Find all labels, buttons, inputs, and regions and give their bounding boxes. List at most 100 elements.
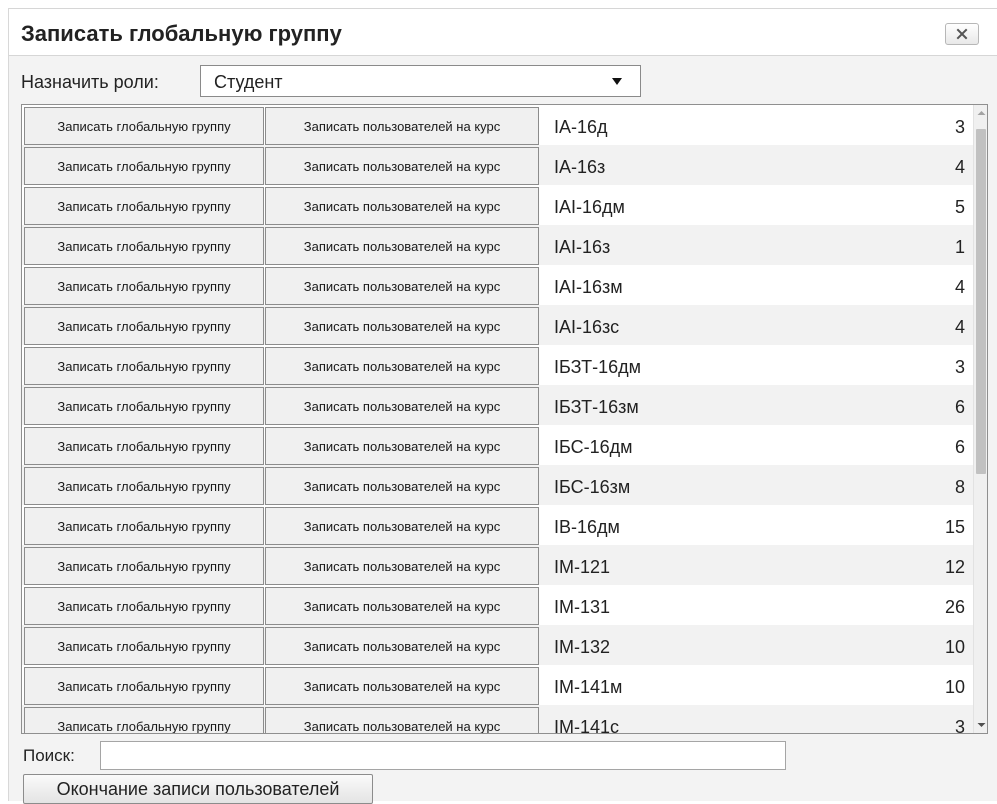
enroll-global-group-button[interactable]: Записать глобальную группу	[24, 147, 264, 185]
enroll-users-button[interactable]: Записать пользователей на курс	[265, 587, 539, 625]
scrollbar-thumb[interactable]	[976, 129, 986, 474]
enroll-users-button[interactable]: Записать пользователей на курс	[265, 267, 539, 305]
close-icon	[956, 28, 968, 40]
group-name: ІА-16д	[554, 117, 608, 137]
enroll-global-group-button[interactable]: Записать глобальную группу	[24, 507, 264, 545]
group-member-count: 5	[954, 197, 965, 217]
enroll-users-button[interactable]: Записать пользователей на курс	[265, 627, 539, 665]
enroll-users-button[interactable]: Записать пользователей на курс	[265, 187, 539, 225]
enroll-users-button[interactable]: Записать пользователей на курс	[265, 307, 539, 345]
group-name: ІА-16з	[554, 157, 606, 177]
group-name: ІАІ-16зм	[554, 277, 623, 297]
group-member-count: 10	[944, 637, 965, 657]
enroll-global-group-button[interactable]: Записать глобальную группу	[24, 467, 264, 505]
enroll-global-group-button[interactable]: Записать глобальную группу	[24, 187, 264, 225]
enroll-users-button[interactable]: Записать пользователей на курс	[265, 547, 539, 585]
role-select[interactable]: Студент	[200, 65, 641, 97]
group-member-count: 4	[954, 277, 965, 297]
table-row: Записать глобальную группу Записать польз…	[22, 545, 973, 585]
enroll-global-group-button[interactable]: Записать глобальную группу	[24, 347, 264, 385]
enroll-users-button[interactable]: Записать пользователей на курс	[265, 427, 539, 465]
group-member-count: 6	[954, 397, 965, 417]
table-row: Записать глобальную группу Записать польз…	[22, 305, 973, 345]
enroll-users-button[interactable]: Записать пользователей на курс	[265, 707, 539, 733]
table-row: Записать глобальную группу Записать польз…	[22, 705, 973, 734]
enroll-global-group-button[interactable]: Записать глобальную группу	[24, 627, 264, 665]
group-name: ІАІ-16дм	[554, 197, 625, 217]
group-name: ІАІ-16з	[554, 237, 611, 257]
group-member-count: 12	[944, 557, 965, 577]
group-member-count: 3	[954, 357, 965, 377]
top-strip	[0, 0, 997, 8]
search-input[interactable]	[100, 741, 786, 770]
group-name: ІБС-16зм	[554, 477, 631, 497]
table-row: Записать глобальную группу Записать польз…	[22, 625, 973, 665]
group-name: ІМ-141м	[554, 677, 623, 697]
enroll-global-group-button[interactable]: Записать глобальную группу	[24, 267, 264, 305]
dialog-title: Записать глобальную группу	[21, 21, 342, 46]
group-name: ІМ-141с	[554, 717, 620, 734]
group-member-count: 3	[954, 717, 965, 734]
table-row: Записать глобальную группу Записать польз…	[22, 265, 973, 305]
table-row: Записать глобальную группу Записать польз…	[22, 465, 973, 505]
enroll-users-button[interactable]: Записать пользователей на курс	[265, 667, 539, 705]
scroll-up-arrow-icon	[977, 111, 986, 115]
group-name: ІБС-16дм	[554, 437, 633, 457]
group-member-count: 26	[944, 597, 965, 617]
enroll-global-group-button[interactable]: Записать глобальную группу	[24, 307, 264, 345]
table-row: Записать глобальную группу Записать польз…	[22, 345, 973, 385]
table-row: Записать глобальную группу Записать польз…	[22, 665, 973, 705]
group-member-count: 4	[954, 317, 965, 337]
enroll-global-group-button[interactable]: Записать глобальную группу	[24, 667, 264, 705]
table-row: Записать глобальную группу Записать польз…	[22, 385, 973, 425]
enroll-global-group-button[interactable]: Записать глобальную группу	[24, 387, 264, 425]
dialog-titlebar: Записать глобальную группу	[9, 8, 997, 56]
scroll-down-arrow-icon	[977, 723, 986, 727]
enroll-global-group-dialog: Записать глобальную группу Назначить рол…	[8, 8, 997, 804]
table-row: Записать глобальную группу Записать польз…	[22, 425, 973, 465]
enroll-users-button[interactable]: Записать пользователей на курс	[265, 107, 539, 145]
vertical-scrollbar[interactable]	[973, 105, 987, 733]
enroll-users-button[interactable]: Записать пользователей на курс	[265, 147, 539, 185]
assign-roles-label: Назначить роли:	[21, 72, 159, 92]
search-label: Поиск:	[23, 746, 75, 765]
enroll-users-button[interactable]: Записать пользователей на курс	[265, 387, 539, 425]
table-row: Записать глобальную группу Записать польз…	[22, 105, 973, 145]
enroll-users-button[interactable]: Записать пользователей на курс	[265, 507, 539, 545]
group-name: ІМ-121	[554, 557, 611, 577]
group-member-count: 15	[944, 517, 965, 537]
role-select-value: Студент	[214, 72, 283, 92]
enroll-users-button[interactable]: Записать пользователей на курс	[265, 227, 539, 265]
group-name: ІМ-131	[554, 597, 611, 617]
finish-enrollment-button[interactable]: Окончание записи пользователей	[23, 774, 373, 804]
group-member-count: 6	[954, 437, 965, 457]
group-list[interactable]: Записать глобальную группу Записать польз…	[21, 104, 988, 734]
table-row: Записать глобальную группу Записать польз…	[22, 185, 973, 225]
group-member-count: 1	[954, 237, 965, 257]
enroll-global-group-button[interactable]: Записать глобальную группу	[24, 107, 264, 145]
scroll-down-button[interactable]	[974, 716, 987, 733]
enroll-users-button[interactable]: Записать пользователей на курс	[265, 347, 539, 385]
scroll-up-button[interactable]	[974, 105, 987, 122]
group-name: ІБЗТ-16зм	[554, 397, 639, 417]
group-member-count: 10	[944, 677, 965, 697]
group-member-count: 3	[954, 117, 965, 137]
group-name: ІМ-132	[554, 637, 611, 657]
table-row: Записать глобальную группу Записать польз…	[22, 225, 973, 265]
table-row: Записать глобальную группу Записать польз…	[22, 145, 973, 185]
enroll-global-group-button[interactable]: Записать глобальную группу	[24, 587, 264, 625]
enroll-global-group-button[interactable]: Записать глобальную группу	[24, 427, 264, 465]
enroll-users-button[interactable]: Записать пользователей на курс	[265, 467, 539, 505]
dropdown-arrow-icon	[612, 78, 622, 85]
group-member-count: 4	[954, 157, 965, 177]
enroll-global-group-button[interactable]: Записать глобальную группу	[24, 707, 264, 733]
enroll-global-group-button[interactable]: Записать глобальную группу	[24, 547, 264, 585]
table-row: Записать глобальную группу Записать польз…	[22, 585, 973, 625]
enroll-global-group-button[interactable]: Записать глобальную группу	[24, 227, 264, 265]
group-name: ІАІ-16зс	[554, 317, 620, 337]
group-name: ІВ-16дм	[554, 517, 620, 537]
table-row: Записать глобальную группу Записать польз…	[22, 505, 973, 545]
group-name: ІБЗТ-16дм	[554, 357, 641, 377]
group-member-count: 8	[954, 477, 965, 497]
close-button[interactable]	[945, 23, 979, 45]
